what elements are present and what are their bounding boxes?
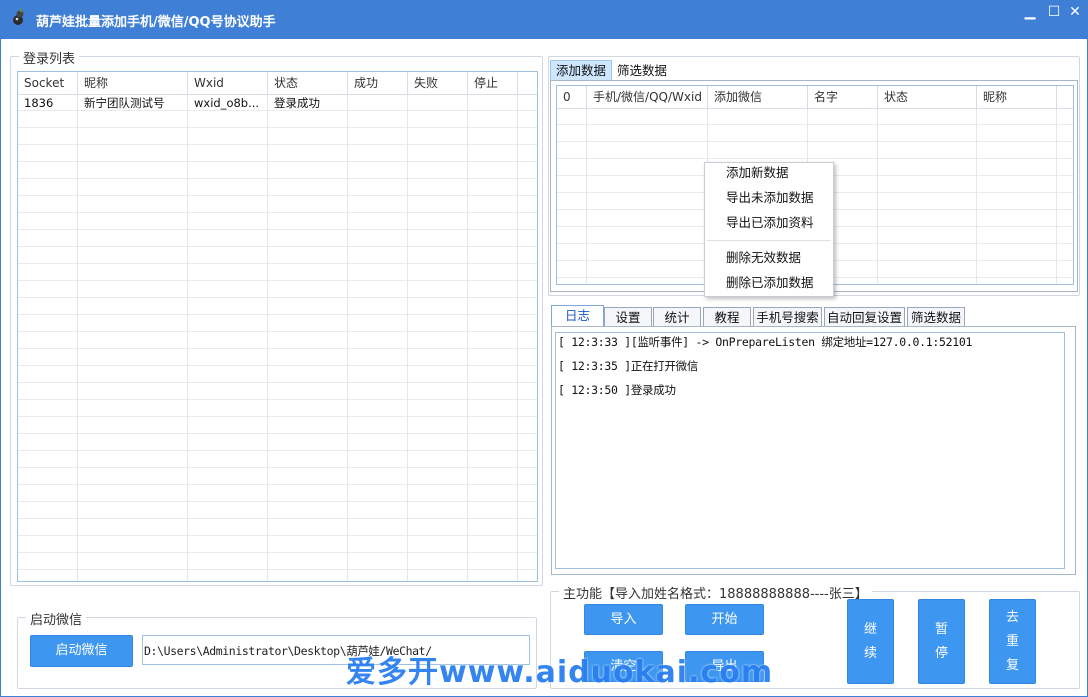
pause-char: 暂 (934, 622, 948, 637)
menu-export-unadded[interactable]: 导出未添加数据 (726, 188, 814, 208)
tab-stats[interactable]: 统计 (653, 307, 701, 327)
log-textarea[interactable]: [ 12:3:33 ][监听事件] -> OnPrepareListen 绑定地… (555, 332, 1065, 569)
cell-socket: 1836 (24, 96, 54, 110)
login-list-table[interactable]: Socket 昵称 Wxid 状态 成功 失败 停止 1836 新宁团队测试号 … (17, 71, 538, 582)
col-divider (517, 95, 518, 581)
tab-tutorial[interactable]: 教程 (703, 307, 751, 327)
col-divider (187, 95, 188, 581)
col-nickname[interactable]: 昵称 (78, 72, 188, 95)
menu-export-added[interactable]: 导出已添加资料 (726, 213, 814, 233)
tab-auto-reply[interactable]: 自动回复设置 (824, 307, 905, 327)
col-divider (586, 109, 587, 284)
title-bar: 葫芦娃批量添加手机/微信/QQ号协议助手 ▁ ☐ ✕ (0, 0, 1088, 39)
col-name[interactable]: 名字 (808, 86, 878, 109)
tab-filter[interactable]: 筛选数据 (907, 307, 965, 327)
continue-char: 继 (863, 622, 877, 637)
col-index[interactable]: 0 (557, 86, 587, 109)
launch-wechat-title: 启动微信 (26, 609, 87, 628)
col-wxid[interactable]: Wxid (188, 72, 268, 95)
col-divider (77, 95, 78, 581)
main-function-title: 主功能【导入加姓名格式：18888888888----张三】 (559, 583, 872, 602)
tab-filter-data[interactable]: 筛选数据 (613, 60, 671, 80)
menu-separator (707, 240, 831, 241)
log-line: [ 12:3:50 ]登录成功 (558, 383, 676, 397)
col-status[interactable]: 状态 (268, 72, 348, 95)
login-list-title: 登录列表 (19, 48, 80, 67)
data-table-header: 0 手机/微信/QQ/Wxid 添加微信 名字 状态 昵称 (557, 86, 1073, 109)
close-button[interactable]: ✕ (1062, 1, 1088, 23)
col-divider (976, 109, 977, 284)
menu-delete-invalid[interactable]: 删除无效数据 (726, 248, 801, 268)
col-divider (347, 95, 348, 581)
import-button[interactable]: 导入 (584, 604, 663, 635)
tab-settings[interactable]: 设置 (604, 307, 652, 327)
col-account[interactable]: 手机/微信/QQ/Wxid (587, 86, 708, 109)
col-divider (877, 109, 878, 284)
col-divider (407, 95, 408, 581)
gourd-app-icon (13, 9, 24, 25)
menu-delete-added[interactable]: 删除已添加数据 (726, 273, 814, 293)
cell-status: 登录成功 (274, 96, 320, 110)
cell-nickname: 新宁团队测试号 (84, 96, 165, 110)
window-title: 葫芦娃批量添加手机/微信/QQ号协议助手 (36, 15, 276, 30)
launch-wechat-button[interactable]: 启动微信 (30, 635, 133, 667)
continue-button[interactable]: 继 续 (847, 599, 894, 684)
col-fail[interactable]: 失败 (408, 72, 468, 95)
col-socket[interactable]: Socket (18, 72, 78, 95)
col-divider (467, 95, 468, 581)
col-status[interactable]: 状态 (878, 86, 977, 109)
col-add-wechat[interactable]: 添加微信 (708, 86, 808, 109)
login-list-header: Socket 昵称 Wxid 状态 成功 失败 停止 (18, 72, 537, 95)
pause-char: 停 (934, 646, 948, 661)
tab-log[interactable]: 日志 (551, 305, 604, 327)
dedup-char: 复 (1005, 658, 1019, 673)
grid-lines (18, 72, 537, 581)
tab-phone-search[interactable]: 手机号搜索 (753, 307, 822, 327)
col-divider (1056, 109, 1057, 284)
dedup-char: 重 (1005, 634, 1019, 649)
dedup-button[interactable]: 去 重 复 (989, 599, 1036, 684)
log-line: [ 12:3:33 ][监听事件] -> OnPrepareListen 绑定地… (558, 335, 973, 349)
context-menu: 添加新数据 导出未添加数据 导出已添加资料 删除无效数据 删除已添加数据 (704, 162, 834, 297)
dedup-char: 去 (1005, 610, 1019, 625)
start-button[interactable]: 开始 (685, 604, 764, 635)
cell-wxid: wxid_o8b... (194, 96, 260, 110)
watermark-text: 爱多开www.aiduokai.com (346, 655, 774, 690)
col-success[interactable]: 成功 (348, 72, 408, 95)
col-nickname[interactable]: 昵称 (977, 86, 1057, 109)
menu-add-new-data[interactable]: 添加新数据 (726, 163, 789, 183)
col-stop[interactable]: 停止 (468, 72, 518, 95)
pause-button[interactable]: 暂 停 (918, 599, 965, 684)
tab-add-data[interactable]: 添加数据 (550, 60, 612, 80)
log-line: [ 12:3:35 ]正在打开微信 (558, 359, 699, 373)
col-divider (267, 95, 268, 581)
continue-char: 续 (863, 646, 877, 661)
